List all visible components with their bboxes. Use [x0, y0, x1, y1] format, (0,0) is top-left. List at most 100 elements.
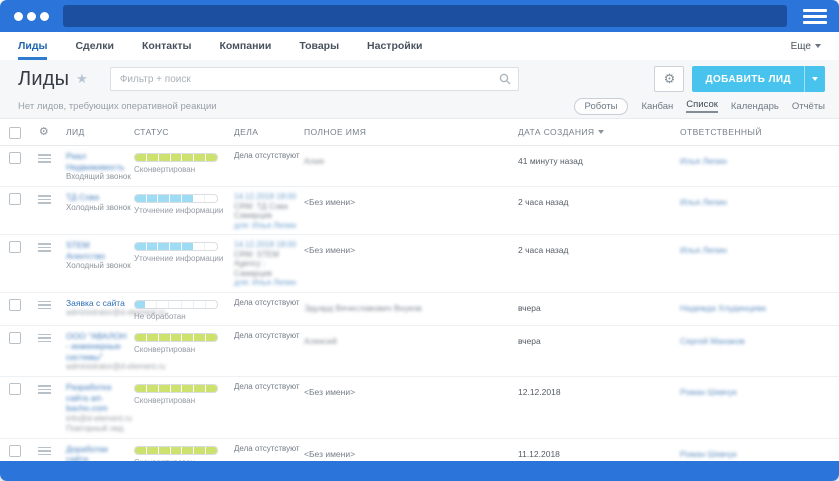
nav-item-Лиды[interactable]: Лиды: [18, 32, 48, 60]
activity-text: Дела отсутствуют: [234, 151, 300, 160]
responsible-link[interactable]: Илья Лепин: [680, 245, 727, 255]
full-name: <Без имени>: [304, 387, 356, 397]
activity-text: Самарцев: [234, 211, 272, 220]
responsible-link[interactable]: Сергей Манаков: [680, 336, 745, 346]
lead-link[interactable]: Разработка сайта art-bacho.com: [66, 382, 130, 414]
table-row: Риал Недвижимость Входящий звонок Сконверт…: [0, 146, 839, 187]
column-header-lead[interactable]: ЛИД: [58, 127, 130, 137]
row-checkbox[interactable]: [9, 298, 21, 311]
view-tab-Роботы[interactable]: Роботы: [573, 97, 629, 115]
created-date: 41 минуту назад: [518, 156, 583, 166]
row-menu-icon[interactable]: [37, 385, 51, 394]
nav-more-label: Еще: [790, 40, 811, 52]
lead-link[interactable]: Заявка с сайта: [66, 298, 130, 309]
row-checkbox[interactable]: [9, 193, 21, 205]
activity-link[interactable]: для: Илья Лепин: [234, 221, 304, 231]
hamburger-menu-icon[interactable]: [801, 5, 829, 28]
filter-search-input[interactable]: [109, 67, 519, 91]
responsible-link[interactable]: Роман Шевчук: [680, 449, 737, 459]
bottom-bar: [0, 461, 839, 481]
activity-link[interactable]: 14.12.2018 18:00: [234, 192, 304, 202]
grid-header: ⚙ ЛИД СТАТУС ДЕЛА ПОЛНОЕ ИМЯ ДАТА СОЗДАН…: [0, 118, 839, 146]
nav-more-dropdown[interactable]: Еще: [791, 32, 821, 60]
gear-icon: ⚙: [663, 71, 676, 86]
app-logo-icon: [14, 11, 49, 21]
row-checkbox[interactable]: [9, 331, 21, 344]
select-all-checkbox[interactable]: [9, 126, 21, 139]
table-row: Разработка сайта art-bacho.com info@d-ele…: [0, 377, 839, 439]
row-checkbox[interactable]: [9, 241, 21, 253]
add-lead-dropdown[interactable]: [804, 66, 825, 92]
created-date: 11.12.2018: [518, 448, 560, 459]
activity-link[interactable]: для: Илья Лепин: [234, 278, 304, 288]
nav-item-Компании[interactable]: Компании: [219, 32, 271, 60]
row-checkbox[interactable]: [9, 444, 21, 457]
lead-link[interactable]: Доработки сайта pioneso.ru: [66, 444, 130, 462]
table-row: Заявка с сайта administrator@d-element.ru…: [0, 293, 839, 326]
search-icon: [499, 72, 511, 90]
row-checkbox[interactable]: [9, 152, 21, 164]
created-date: 2 часа назад: [518, 245, 569, 255]
nav-item-Сделки[interactable]: Сделки: [75, 32, 113, 60]
table-row: Доработки сайта pioneso.ruinfo@d-element…: [0, 439, 839, 462]
global-search-strip: [63, 5, 787, 27]
lead-link[interactable]: STEM Агентство: [66, 240, 130, 261]
lead-link[interactable]: Риал Недвижимость: [66, 151, 130, 172]
row-menu-icon[interactable]: [37, 195, 51, 204]
favorite-star-icon[interactable]: ★: [76, 71, 88, 87]
sort-desc-icon: [598, 130, 605, 134]
grid-settings-gear-icon[interactable]: ⚙: [39, 126, 49, 138]
status-progress-bar: [134, 242, 218, 251]
activity-text: Дела отсутствуют: [234, 443, 300, 453]
responsible-link[interactable]: Илья Лепин: [680, 197, 727, 207]
status-progress-bar: [134, 194, 218, 203]
responsible-link[interactable]: Надежда Хлудинцева: [680, 303, 766, 313]
lead-subtext: Холодный звонок: [66, 202, 131, 212]
row-menu-icon[interactable]: [37, 154, 51, 163]
view-tab-Список[interactable]: Список: [686, 99, 718, 113]
crm-nav: Лиды Сделки Контакты Компании Товары Настройк…: [0, 32, 839, 60]
view-tab-Отчёты[interactable]: Отчёты: [792, 101, 825, 112]
full-name: <Без имени>: [304, 448, 356, 459]
column-header-status[interactable]: СТАТУС: [130, 127, 234, 137]
row-menu-icon[interactable]: [37, 300, 51, 309]
activity-text: Дела отсутствуют: [234, 330, 300, 340]
nav-item-Товары[interactable]: Товары: [299, 32, 339, 60]
row-menu-icon[interactable]: [37, 333, 51, 342]
top-bar: [0, 0, 839, 32]
column-header-responsible[interactable]: ОТВЕТСТВЕННЫЙ: [680, 127, 839, 137]
add-lead-button[interactable]: ДОБАВИТЬ ЛИД: [692, 66, 825, 92]
view-tab-Канбан[interactable]: Канбан: [641, 101, 673, 112]
lead-subtext: Входящий звонок: [66, 172, 131, 181]
activity-text: Дела отсутствуют: [234, 297, 300, 307]
activity-link[interactable]: 14.12.2018 18:00: [234, 240, 304, 250]
column-header-created[interactable]: ДАТА СОЗДАНИЯ: [518, 127, 680, 137]
full-name: Эдуард Вячеславович Внуков: [304, 302, 422, 313]
lead-subtext: administrator@d-element.ru: [66, 308, 166, 317]
nav-item-Настройки[interactable]: Настройки: [367, 32, 422, 60]
full-name: <Без имени>: [304, 245, 356, 255]
toolbar: Лиды ★ ⚙ ДОБАВИТЬ ЛИД: [0, 60, 839, 96]
lead-link[interactable]: ТД Сова: [66, 192, 130, 203]
nav-item-Контакты[interactable]: Контакты: [142, 32, 192, 60]
counter-notice: Нет лидов, требующих оперативной реакции: [18, 100, 217, 112]
status-label: Уточнение информации: [134, 254, 224, 263]
leads-list: Риал Недвижимость Входящий звонок Сконверт…: [0, 146, 839, 461]
row-checkbox[interactable]: [9, 383, 21, 395]
lead-link[interactable]: ООО "АВАЛОН - инженерные системы": [66, 331, 130, 363]
view-tab-Календарь[interactable]: Календарь: [731, 101, 779, 112]
sub-bar: Нет лидов, требующих оперативной реакции…: [0, 96, 839, 118]
row-menu-icon[interactable]: [37, 243, 51, 252]
view-settings-button[interactable]: ⚙: [654, 66, 685, 92]
column-header-fullname[interactable]: ПОЛНОЕ ИМЯ: [304, 127, 518, 137]
chevron-down-icon: [815, 44, 821, 48]
crm-window: Лиды Сделки Контакты Компании Товары Настройк…: [0, 0, 839, 481]
activity-text: CRM: STEM: [234, 249, 279, 259]
column-header-activity[interactable]: ДЕЛА: [234, 127, 304, 137]
responsible-link[interactable]: Илья Лепин: [680, 156, 727, 166]
row-menu-icon[interactable]: [37, 446, 51, 455]
activity-text: Дела отсутствуют: [234, 382, 300, 391]
lead-subtext: administrator@d-element.ru: [66, 362, 166, 371]
responsible-link[interactable]: Роман Шевчук: [680, 387, 737, 397]
table-row: ООО "АВАЛОН - инженерные системы" adminis…: [0, 326, 839, 377]
